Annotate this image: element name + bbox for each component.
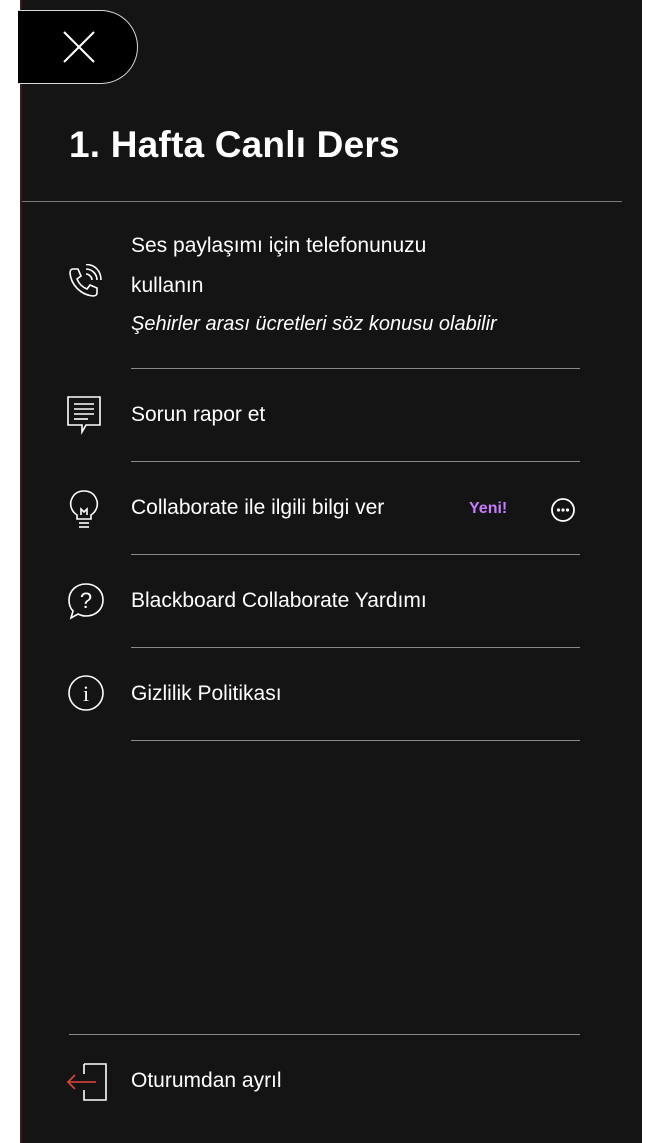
divider [131,368,580,369]
info-icon: i [66,673,106,718]
divider [131,461,580,462]
close-icon [63,31,95,63]
close-button[interactable] [18,10,138,84]
menu-item-privacy-label: Gizlilik Politikası [131,682,282,705]
menu-item-report-label: Sorun rapor et [131,403,266,426]
new-badge: Yeni! [469,500,508,517]
page-background-left [0,0,22,1143]
more-options-button[interactable] [550,497,576,523]
menu-item-help[interactable]: ? Blackboard Collaborate Yardımı [22,571,622,631]
menu-item-feedback[interactable]: Collaborate ile ilgili bilgi ver [22,478,622,538]
menu-item-privacy[interactable]: i Gizlilik Politikası [22,664,622,724]
report-icon [66,395,102,440]
menu-item-phone-line2: kullanın [131,274,204,297]
menu-item-phone-audio[interactable]: Ses paylaşımı için telefonunuzu kullanın… [22,230,622,340]
session-menu-panel: 1. Hafta Canlı Ders Ses paylaşımı için t… [18,0,642,1143]
menu-item-feedback-label: Collaborate ile ilgili bilgi ver [131,496,385,519]
phone-icon [66,263,102,305]
menu-item-report-problem[interactable]: Sorun rapor et [22,385,622,445]
svg-text:i: i [83,681,89,706]
divider [22,201,622,202]
menu-item-phone-subtext: Şehirler arası ücretleri söz konusu olab… [131,313,497,335]
page-background-right [642,0,656,1143]
divider [131,647,580,648]
leave-session-button[interactable]: Oturumdan ayrıl [22,1052,622,1112]
more-options-icon [551,498,575,522]
menu-item-phone-line1: Ses paylaşımı için telefonunuzu [131,234,427,257]
menu-item-help-label: Blackboard Collaborate Yardımı [131,589,427,612]
session-title: 1. Hafta Canlı Ders [69,124,400,165]
leave-session-icon [66,1061,110,1108]
leave-session-label: Oturumdan ayrıl [131,1069,282,1092]
divider [131,554,580,555]
divider [69,1034,580,1035]
help-icon: ? [66,581,106,626]
svg-text:?: ? [80,588,92,613]
divider [131,740,580,741]
lightbulb-icon [66,488,102,537]
